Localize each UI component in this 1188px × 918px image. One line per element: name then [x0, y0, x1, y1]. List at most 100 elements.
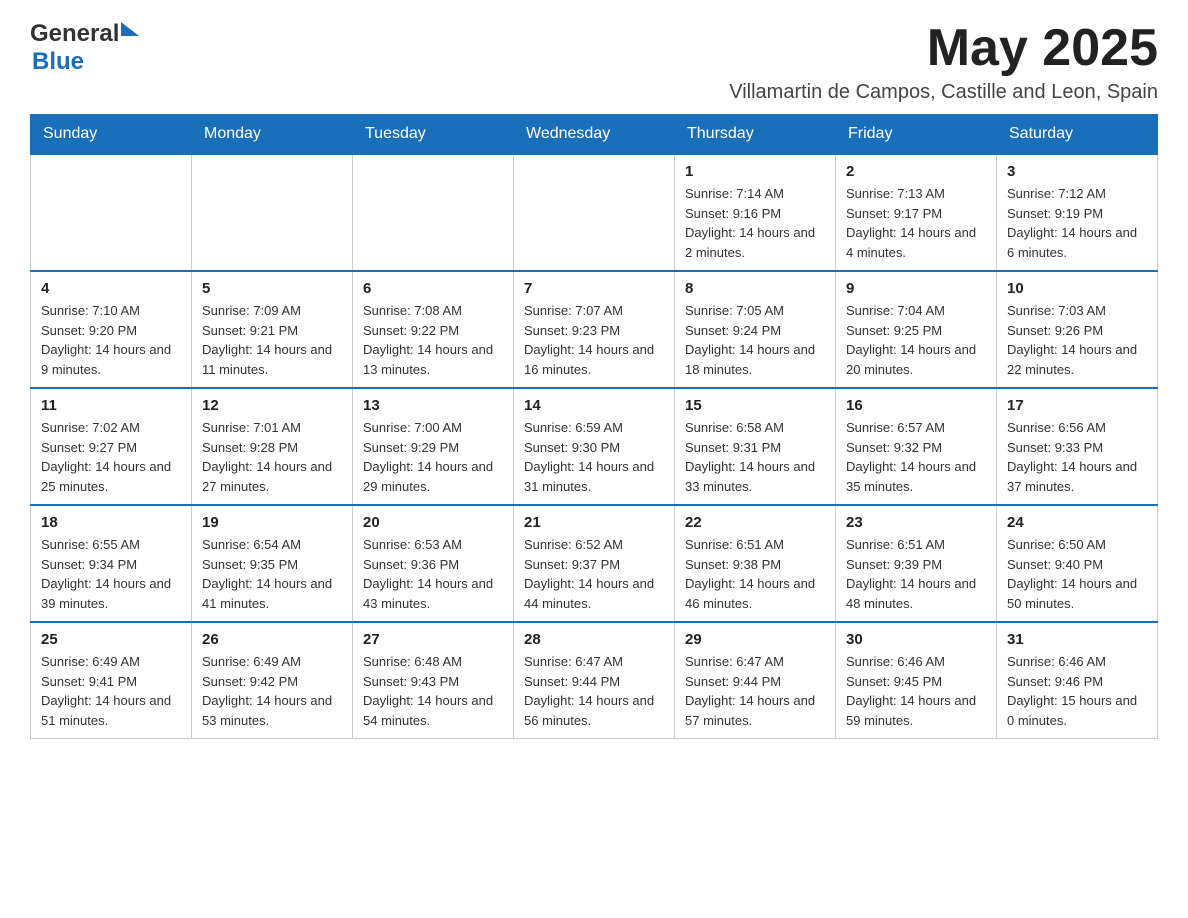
- calendar-week-row: 1 Sunrise: 7:14 AM Sunset: 9:16 PM Daylig…: [31, 154, 1158, 271]
- day-number: 19: [202, 514, 342, 531]
- day-info: Sunrise: 7:12 AM Sunset: 9:19 PM Dayligh…: [1007, 184, 1147, 262]
- calendar-cell: [353, 154, 514, 271]
- day-info: Sunrise: 7:13 AM Sunset: 9:17 PM Dayligh…: [846, 184, 986, 262]
- calendar-cell: 16 Sunrise: 6:57 AM Sunset: 9:32 PM Dayli…: [836, 388, 997, 505]
- day-info: Sunrise: 6:51 AM Sunset: 9:39 PM Dayligh…: [846, 535, 986, 613]
- day-info: Sunrise: 7:09 AM Sunset: 9:21 PM Dayligh…: [202, 301, 342, 379]
- calendar-cell: 7Sunrise: 7:07 AM Sunset: 9:23 PM Daylig…: [514, 271, 675, 388]
- column-header-thursday: Thursday: [675, 115, 836, 155]
- day-info: Sunrise: 6:57 AM Sunset: 9:32 PM Dayligh…: [846, 418, 986, 496]
- calendar-header-row: SundayMondayTuesdayWednesdayThursdayFrid…: [31, 115, 1158, 155]
- day-number: 27: [363, 631, 503, 648]
- calendar-cell: 2Sunrise: 7:13 AM Sunset: 9:17 PM Daylig…: [836, 154, 997, 271]
- day-number: 26: [202, 631, 342, 648]
- day-number: 20: [363, 514, 503, 531]
- calendar-cell: 27 Sunrise: 6:48 AM Sunset: 9:43 PM Dayli…: [353, 622, 514, 739]
- calendar-cell: 11 Sunrise: 7:02 AM Sunset: 9:27 PM Dayli…: [31, 388, 192, 505]
- day-number: 16: [846, 397, 986, 414]
- calendar-cell: 10 Sunrise: 7:03 AM Sunset: 9:26 PM Dayli…: [997, 271, 1158, 388]
- day-number: 13: [363, 397, 503, 414]
- day-info: Sunrise: 6:56 AM Sunset: 9:33 PM Dayligh…: [1007, 418, 1147, 496]
- title-section: May 2025 Villamartin de Campos, Castille…: [729, 20, 1158, 104]
- column-header-sunday: Sunday: [31, 115, 192, 155]
- page-header: General Blue May 2025 Villamartin de Cam…: [30, 20, 1158, 104]
- calendar-cell: 21 Sunrise: 6:52 AM Sunset: 9:37 PM Dayli…: [514, 505, 675, 622]
- day-number: 7: [524, 280, 664, 297]
- calendar-table: SundayMondayTuesdayWednesdayThursdayFrid…: [30, 114, 1158, 739]
- logo-blue-text: Blue: [32, 48, 139, 76]
- day-number: 31: [1007, 631, 1147, 648]
- day-info: Sunrise: 7:10 AM Sunset: 9:20 PM Dayligh…: [41, 301, 181, 379]
- day-info: Sunrise: 7:05 AM Sunset: 9:24 PM Dayligh…: [685, 301, 825, 379]
- day-info: Sunrise: 6:51 AM Sunset: 9:38 PM Dayligh…: [685, 535, 825, 613]
- day-number: 29: [685, 631, 825, 648]
- column-header-tuesday: Tuesday: [353, 115, 514, 155]
- calendar-cell: 18Sunrise: 6:55 AM Sunset: 9:34 PM Dayli…: [31, 505, 192, 622]
- day-number: 9: [846, 280, 986, 297]
- day-number: 17: [1007, 397, 1147, 414]
- day-number: 8: [685, 280, 825, 297]
- day-info: Sunrise: 7:02 AM Sunset: 9:27 PM Dayligh…: [41, 418, 181, 496]
- day-info: Sunrise: 6:48 AM Sunset: 9:43 PM Dayligh…: [363, 652, 503, 730]
- calendar-cell: 6Sunrise: 7:08 AM Sunset: 9:22 PM Daylig…: [353, 271, 514, 388]
- day-number: 1: [685, 163, 825, 180]
- day-info: Sunrise: 7:08 AM Sunset: 9:22 PM Dayligh…: [363, 301, 503, 379]
- calendar-cell: 23Sunrise: 6:51 AM Sunset: 9:39 PM Dayli…: [836, 505, 997, 622]
- day-info: Sunrise: 6:46 AM Sunset: 9:45 PM Dayligh…: [846, 652, 986, 730]
- day-number: 14: [524, 397, 664, 414]
- day-info: Sunrise: 6:47 AM Sunset: 9:44 PM Dayligh…: [524, 652, 664, 730]
- calendar-cell: 3 Sunrise: 7:12 AM Sunset: 9:19 PM Daylig…: [997, 154, 1158, 271]
- calendar-cell: 12 Sunrise: 7:01 AM Sunset: 9:28 PM Dayli…: [192, 388, 353, 505]
- day-info: Sunrise: 7:03 AM Sunset: 9:26 PM Dayligh…: [1007, 301, 1147, 379]
- calendar-cell: 28 Sunrise: 6:47 AM Sunset: 9:44 PM Dayli…: [514, 622, 675, 739]
- day-number: 12: [202, 397, 342, 414]
- day-info: Sunrise: 7:14 AM Sunset: 9:16 PM Dayligh…: [685, 184, 825, 262]
- calendar-cell: 4 Sunrise: 7:10 AM Sunset: 9:20 PM Daylig…: [31, 271, 192, 388]
- day-info: Sunrise: 6:49 AM Sunset: 9:42 PM Dayligh…: [202, 652, 342, 730]
- calendar-cell: 19Sunrise: 6:54 AM Sunset: 9:35 PM Dayli…: [192, 505, 353, 622]
- month-title: May 2025: [729, 20, 1158, 77]
- day-number: 3: [1007, 163, 1147, 180]
- day-number: 18: [41, 514, 181, 531]
- day-number: 11: [41, 397, 181, 414]
- day-number: 4: [41, 280, 181, 297]
- day-number: 28: [524, 631, 664, 648]
- location-title: Villamartin de Campos, Castille and Leon…: [729, 81, 1158, 104]
- day-info: Sunrise: 6:52 AM Sunset: 9:37 PM Dayligh…: [524, 535, 664, 613]
- day-info: Sunrise: 6:46 AM Sunset: 9:46 PM Dayligh…: [1007, 652, 1147, 730]
- column-header-saturday: Saturday: [997, 115, 1158, 155]
- day-info: Sunrise: 7:01 AM Sunset: 9:28 PM Dayligh…: [202, 418, 342, 496]
- calendar-cell: 26 Sunrise: 6:49 AM Sunset: 9:42 PM Dayli…: [192, 622, 353, 739]
- calendar-cell: 29 Sunrise: 6:47 AM Sunset: 9:44 PM Dayli…: [675, 622, 836, 739]
- day-info: Sunrise: 6:49 AM Sunset: 9:41 PM Dayligh…: [41, 652, 181, 730]
- day-info: Sunrise: 6:58 AM Sunset: 9:31 PM Dayligh…: [685, 418, 825, 496]
- day-number: 10: [1007, 280, 1147, 297]
- calendar-cell: 8 Sunrise: 7:05 AM Sunset: 9:24 PM Daylig…: [675, 271, 836, 388]
- calendar-week-row: 4 Sunrise: 7:10 AM Sunset: 9:20 PM Daylig…: [31, 271, 1158, 388]
- logo-arrow-icon: [121, 22, 139, 36]
- day-number: 30: [846, 631, 986, 648]
- calendar-cell: 13 Sunrise: 7:00 AM Sunset: 9:29 PM Dayli…: [353, 388, 514, 505]
- day-number: 21: [524, 514, 664, 531]
- day-number: 15: [685, 397, 825, 414]
- column-header-friday: Friday: [836, 115, 997, 155]
- calendar-cell: 25 Sunrise: 6:49 AM Sunset: 9:41 PM Dayli…: [31, 622, 192, 739]
- calendar-week-row: 25 Sunrise: 6:49 AM Sunset: 9:41 PM Dayli…: [31, 622, 1158, 739]
- day-info: Sunrise: 6:47 AM Sunset: 9:44 PM Dayligh…: [685, 652, 825, 730]
- calendar-cell: 17 Sunrise: 6:56 AM Sunset: 9:33 PM Dayli…: [997, 388, 1158, 505]
- calendar-cell: 1 Sunrise: 7:14 AM Sunset: 9:16 PM Daylig…: [675, 154, 836, 271]
- day-info: Sunrise: 6:53 AM Sunset: 9:36 PM Dayligh…: [363, 535, 503, 613]
- day-number: 24: [1007, 514, 1147, 531]
- column-header-wednesday: Wednesday: [514, 115, 675, 155]
- day-info: Sunrise: 7:04 AM Sunset: 9:25 PM Dayligh…: [846, 301, 986, 379]
- day-info: Sunrise: 7:00 AM Sunset: 9:29 PM Dayligh…: [363, 418, 503, 496]
- calendar-cell: 9 Sunrise: 7:04 AM Sunset: 9:25 PM Daylig…: [836, 271, 997, 388]
- calendar-cell: 24 Sunrise: 6:50 AM Sunset: 9:40 PM Dayli…: [997, 505, 1158, 622]
- calendar-cell: [192, 154, 353, 271]
- calendar-week-row: 11 Sunrise: 7:02 AM Sunset: 9:27 PM Dayli…: [31, 388, 1158, 505]
- calendar-week-row: 18Sunrise: 6:55 AM Sunset: 9:34 PM Dayli…: [31, 505, 1158, 622]
- day-info: Sunrise: 6:50 AM Sunset: 9:40 PM Dayligh…: [1007, 535, 1147, 613]
- logo-general-text: General: [30, 20, 119, 48]
- calendar-cell: [31, 154, 192, 271]
- day-number: 25: [41, 631, 181, 648]
